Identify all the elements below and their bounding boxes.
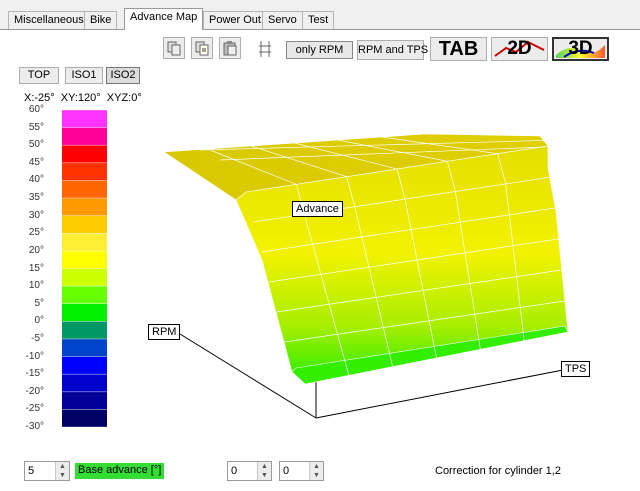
tab-bar: Miscellaneous Bike Advance Map Power Out… — [0, 0, 640, 30]
legend-tick-label: 5° — [34, 297, 44, 309]
paste-icon — [223, 41, 237, 56]
legend-tick-label: 35° — [28, 192, 44, 204]
tab-label: Servo — [268, 14, 297, 26]
tab-label: Miscellaneous — [14, 14, 84, 26]
view-iso2-button[interactable]: ISO2 — [106, 67, 140, 84]
legend-tick-label: 30° — [28, 209, 44, 221]
tab-label: Advance Map — [130, 11, 198, 23]
legend-tick-label: 10° — [28, 280, 44, 292]
color-scale-bar — [62, 110, 107, 427]
legend-band — [62, 198, 107, 217]
legend-band — [62, 374, 107, 393]
legend-tick-label: -20° — [25, 385, 44, 397]
tab-power-out[interactable]: Power Out — [203, 11, 267, 29]
advance-axis-label: Advance — [292, 201, 343, 217]
legend-tick-label: -5° — [31, 332, 44, 344]
legend-band — [62, 356, 107, 375]
view-top-button[interactable]: TOP — [19, 67, 59, 84]
legend-band — [62, 286, 107, 305]
view-iso1-button[interactable]: ISO1 — [65, 67, 103, 84]
legend-band — [62, 145, 107, 164]
value2-spinner[interactable]: ▲▼ — [279, 461, 324, 481]
color-scale-legend — [62, 110, 107, 427]
legend-band — [62, 303, 107, 322]
rpm-axis-label: RPM — [148, 324, 181, 340]
copy-button[interactable] — [163, 37, 185, 59]
legend-band — [62, 409, 107, 427]
legend-tick-label: 0° — [34, 315, 44, 327]
view-2d-label: 2D — [507, 38, 532, 59]
legend-tick-label: 50° — [28, 139, 44, 151]
tab-bike[interactable]: Bike — [84, 11, 118, 29]
legend-tick-label: 45° — [28, 156, 44, 168]
correction-label: Correction for cylinder 1,2 — [435, 465, 561, 477]
legend-band — [62, 321, 107, 340]
legend-band — [62, 180, 107, 199]
view-3d-button[interactable]: 3D — [552, 37, 609, 61]
legend-tick-label: 20° — [28, 244, 44, 256]
legend-tick-label: 40° — [28, 174, 44, 186]
rpm-and-tps-button[interactable]: RPM and TPS — [357, 40, 428, 60]
legend-band — [62, 162, 107, 181]
value1-spinner[interactable]: ▲▼ — [227, 461, 272, 481]
base-advance-label: Base advance [°] — [75, 463, 165, 479]
legend-tick-label: -25° — [25, 403, 44, 415]
paste-button[interactable] — [219, 37, 241, 59]
legend-tick-label: -15° — [25, 368, 44, 380]
tab-servo[interactable]: Servo — [262, 11, 303, 29]
tab-label: Test — [308, 14, 329, 26]
view-top-label: TOP — [27, 69, 51, 81]
tps-axis-label: TPS — [561, 361, 591, 377]
legend-tick-label: 60° — [28, 104, 44, 115]
legend-tick-label: 15° — [28, 262, 44, 274]
legend-band — [62, 233, 107, 252]
align-icon — [259, 41, 271, 57]
view-angles-readout: X:-25° XY:120° XYZ:0° — [24, 92, 142, 104]
copy-to-icon — [195, 41, 209, 56]
tab-test[interactable]: Test — [302, 11, 335, 29]
tab-miscellaneous[interactable]: Miscellaneous — [8, 11, 90, 29]
rpm-and-tps-label: RPM and TPS — [358, 44, 429, 56]
legend-band — [62, 215, 107, 234]
legend-tick-label: 25° — [28, 227, 44, 239]
copy-icon — [167, 41, 181, 56]
step-spinner[interactable]: ▲▼ — [24, 461, 70, 481]
only-rpm-label: only RPM — [295, 44, 344, 56]
tab-advance-map[interactable]: Advance Map — [124, 8, 204, 30]
legend-band — [62, 110, 107, 129]
legend-tick-label: 55° — [28, 121, 44, 133]
legend-band — [62, 338, 107, 358]
align-button[interactable] — [254, 37, 276, 59]
value1-spinner-arrows[interactable]: ▲ ▼ — [257, 462, 271, 480]
tab-label: Bike — [90, 14, 112, 26]
view-iso1-label: ISO1 — [71, 69, 97, 81]
legend-tick-label: -30° — [25, 421, 44, 432]
tab-label: Power Out — [209, 14, 261, 26]
view-3d-label: 3D — [568, 38, 593, 59]
view-2d-button[interactable]: 2D — [491, 37, 548, 61]
legend-band — [62, 268, 107, 287]
copy-to-button[interactable] — [191, 37, 213, 59]
view-iso2-label: ISO2 — [110, 69, 136, 81]
step-spinner-arrows[interactable]: ▲ ▼ — [55, 462, 69, 480]
legend-tick-label: -10° — [25, 350, 44, 362]
only-rpm-button[interactable]: only RPM — [286, 41, 353, 59]
legend-band — [62, 127, 107, 146]
tab-view-button[interactable]: TAB — [430, 37, 487, 61]
value2-spinner-arrows[interactable]: ▲ ▼ — [309, 462, 323, 480]
legend-band — [62, 391, 107, 410]
legend-band — [62, 250, 107, 269]
tab-view-label: TAB — [438, 38, 479, 60]
